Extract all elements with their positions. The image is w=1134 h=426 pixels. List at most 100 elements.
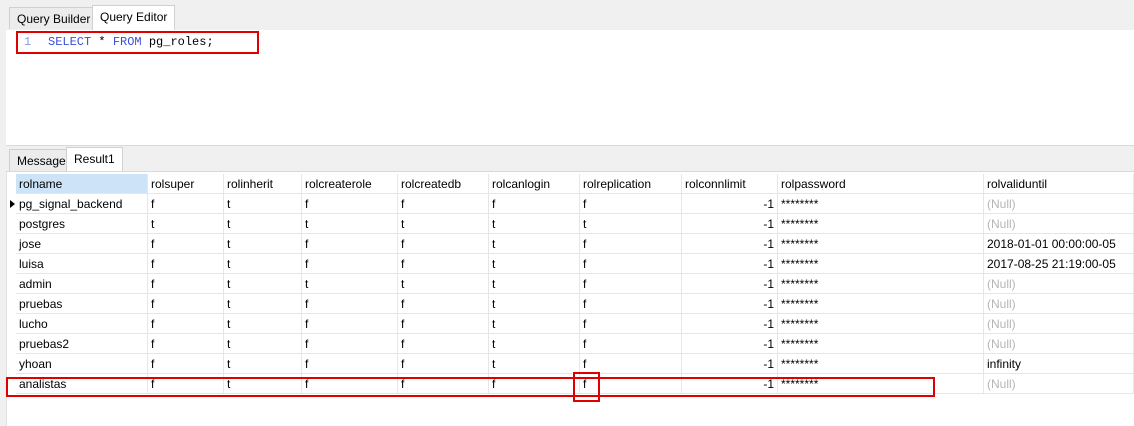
cell-rolconnlimit[interactable]: -1: [682, 294, 778, 314]
cell-rolconnlimit[interactable]: -1: [682, 334, 778, 354]
cell-rolreplication[interactable]: f: [580, 274, 682, 294]
cell-rolname[interactable]: pruebas2: [16, 334, 148, 354]
cell-rolcanlogin[interactable]: t: [489, 274, 580, 294]
cell-rolreplication[interactable]: f: [580, 294, 682, 314]
cell-rolcanlogin[interactable]: t: [489, 214, 580, 234]
cell-rolvaliduntil[interactable]: (Null): [984, 374, 1134, 394]
sql-editor[interactable]: 1 SELECT * FROM pg_roles;: [6, 30, 1134, 145]
column-header-rolreplication[interactable]: rolreplication: [580, 174, 682, 194]
cell-rolcreaterole[interactable]: t: [302, 214, 398, 234]
cell-rolvaliduntil[interactable]: (Null): [984, 294, 1134, 314]
tab-result1[interactable]: Result1: [66, 147, 123, 171]
column-header-rolsuper[interactable]: rolsuper: [148, 174, 224, 194]
cell-rolreplication[interactable]: f: [580, 254, 682, 274]
cell-rolname[interactable]: pruebas: [16, 294, 148, 314]
column-header-rolpassword[interactable]: rolpassword: [778, 174, 984, 194]
cell-rolname[interactable]: luisa: [16, 254, 148, 274]
cell-rolreplication[interactable]: f: [580, 314, 682, 334]
cell-rolcanlogin[interactable]: f: [489, 194, 580, 214]
cell-rolinherit[interactable]: t: [224, 314, 302, 334]
cell-rolreplication[interactable]: t: [580, 214, 682, 234]
cell-rolvaliduntil[interactable]: infinity: [984, 354, 1134, 374]
cell-rolinherit[interactable]: t: [224, 194, 302, 214]
column-header-rolcreaterole[interactable]: rolcreaterole: [302, 174, 398, 194]
cell-rolcanlogin[interactable]: t: [489, 254, 580, 274]
cell-rolconnlimit[interactable]: -1: [682, 374, 778, 394]
table-row[interactable]: pruebas f t f f t f -1 ******** (Null): [6, 294, 1134, 314]
cell-rolsuper[interactable]: f: [148, 274, 224, 294]
cell-rolreplication[interactable]: f: [580, 354, 682, 374]
table-row[interactable]: pg_signal_backend f t f f f f -1 ******** (Null): [6, 194, 1134, 214]
cell-rolcreaterole[interactable]: f: [302, 314, 398, 334]
code-line-1[interactable]: 1 SELECT * FROM pg_roles;: [24, 35, 214, 49]
cell-rolcreaterole[interactable]: f: [302, 294, 398, 314]
cell-rolpassword[interactable]: ********: [778, 254, 984, 274]
cell-rolvaliduntil[interactable]: (Null): [984, 334, 1134, 354]
cell-rolvaliduntil[interactable]: 2018-01-01 00:00:00-05: [984, 234, 1134, 254]
cell-rolname[interactable]: pg_signal_backend: [16, 194, 148, 214]
cell-rolconnlimit[interactable]: -1: [682, 354, 778, 374]
column-header-rolinherit[interactable]: rolinherit: [224, 174, 302, 194]
cell-rolpassword[interactable]: ********: [778, 194, 984, 214]
cell-rolcreatedb[interactable]: f: [398, 334, 489, 354]
table-row[interactable]: jose f t f f t f -1 ******** 2018-01-01 00:00:00-…: [6, 234, 1134, 254]
table-row[interactable]: lucho f t f f t f -1 ******** (Null): [6, 314, 1134, 334]
cell-rolcreaterole[interactable]: t: [302, 274, 398, 294]
cell-rolinherit[interactable]: t: [224, 374, 302, 394]
cell-rolcreatedb[interactable]: f: [398, 374, 489, 394]
cell-rolinherit[interactable]: t: [224, 214, 302, 234]
column-header-rolconnlimit[interactable]: rolconnlimit: [682, 174, 778, 194]
cell-rolconnlimit[interactable]: -1: [682, 274, 778, 294]
cell-rolreplication[interactable]: f: [580, 194, 682, 214]
cell-rolsuper[interactable]: f: [148, 354, 224, 374]
cell-rolconnlimit[interactable]: -1: [682, 234, 778, 254]
cell-rolinherit[interactable]: t: [224, 354, 302, 374]
cell-rolname[interactable]: postgres: [16, 214, 148, 234]
cell-rolcreatedb[interactable]: f: [398, 254, 489, 274]
cell-rolinherit[interactable]: t: [224, 254, 302, 274]
cell-rolcreatedb[interactable]: f: [398, 314, 489, 334]
cell-rolname[interactable]: jose: [16, 234, 148, 254]
cell-rolinherit[interactable]: t: [224, 334, 302, 354]
cell-rolsuper[interactable]: f: [148, 194, 224, 214]
column-header-rolname[interactable]: rolname: [16, 174, 148, 194]
table-row[interactable]: luisa f t f f t f -1 ******** 2017-08-25 21:19:00…: [6, 254, 1134, 274]
table-row[interactable]: postgres t t t t t t -1 ******** (Null): [6, 214, 1134, 234]
cell-rolreplication[interactable]: f: [580, 374, 682, 394]
cell-rolsuper[interactable]: f: [148, 374, 224, 394]
result-grid[interactable]: rolname rolsuper rolinherit rolcreaterole ro…: [6, 174, 1134, 394]
cell-rolinherit[interactable]: t: [224, 294, 302, 314]
cell-rolcreaterole[interactable]: f: [302, 254, 398, 274]
cell-rolcreatedb[interactable]: t: [398, 214, 489, 234]
cell-rolcreaterole[interactable]: f: [302, 234, 398, 254]
cell-rolcanlogin[interactable]: t: [489, 314, 580, 334]
header-row[interactable]: rolname rolsuper rolinherit rolcreaterole ro…: [6, 174, 1134, 194]
cell-rolconnlimit[interactable]: -1: [682, 214, 778, 234]
cell-rolpassword[interactable]: ********: [778, 314, 984, 334]
cell-rolinherit[interactable]: t: [224, 234, 302, 254]
table-row[interactable]: pruebas2 f t f f t f -1 ******** (Null): [6, 334, 1134, 354]
cell-rolsuper[interactable]: f: [148, 314, 224, 334]
cell-rolvaliduntil[interactable]: (Null): [984, 214, 1134, 234]
cell-rolsuper[interactable]: f: [148, 254, 224, 274]
cell-rolpassword[interactable]: ********: [778, 334, 984, 354]
cell-rolcanlogin[interactable]: t: [489, 334, 580, 354]
cell-rolsuper[interactable]: t: [148, 214, 224, 234]
table-row[interactable]: yhoan f t f f t f -1 ******** infinity: [6, 354, 1134, 374]
cell-rolcreaterole[interactable]: f: [302, 374, 398, 394]
tab-query-builder[interactable]: Query Builder: [9, 7, 99, 29]
cell-rolcreatedb[interactable]: f: [398, 354, 489, 374]
column-header-rolcreatedb[interactable]: rolcreatedb: [398, 174, 489, 194]
cell-rolinherit[interactable]: t: [224, 274, 302, 294]
cell-rolpassword[interactable]: ********: [778, 354, 984, 374]
cell-rolsuper[interactable]: f: [148, 334, 224, 354]
cell-rolreplication[interactable]: f: [580, 334, 682, 354]
cell-rolname[interactable]: analistas: [16, 374, 148, 394]
cell-rolsuper[interactable]: f: [148, 234, 224, 254]
cell-rolsuper[interactable]: f: [148, 294, 224, 314]
cell-rolpassword[interactable]: ********: [778, 294, 984, 314]
cell-rolconnlimit[interactable]: -1: [682, 194, 778, 214]
cell-rolcreatedb[interactable]: f: [398, 294, 489, 314]
cell-rolname[interactable]: lucho: [16, 314, 148, 334]
cell-rolvaliduntil[interactable]: (Null): [984, 274, 1134, 294]
